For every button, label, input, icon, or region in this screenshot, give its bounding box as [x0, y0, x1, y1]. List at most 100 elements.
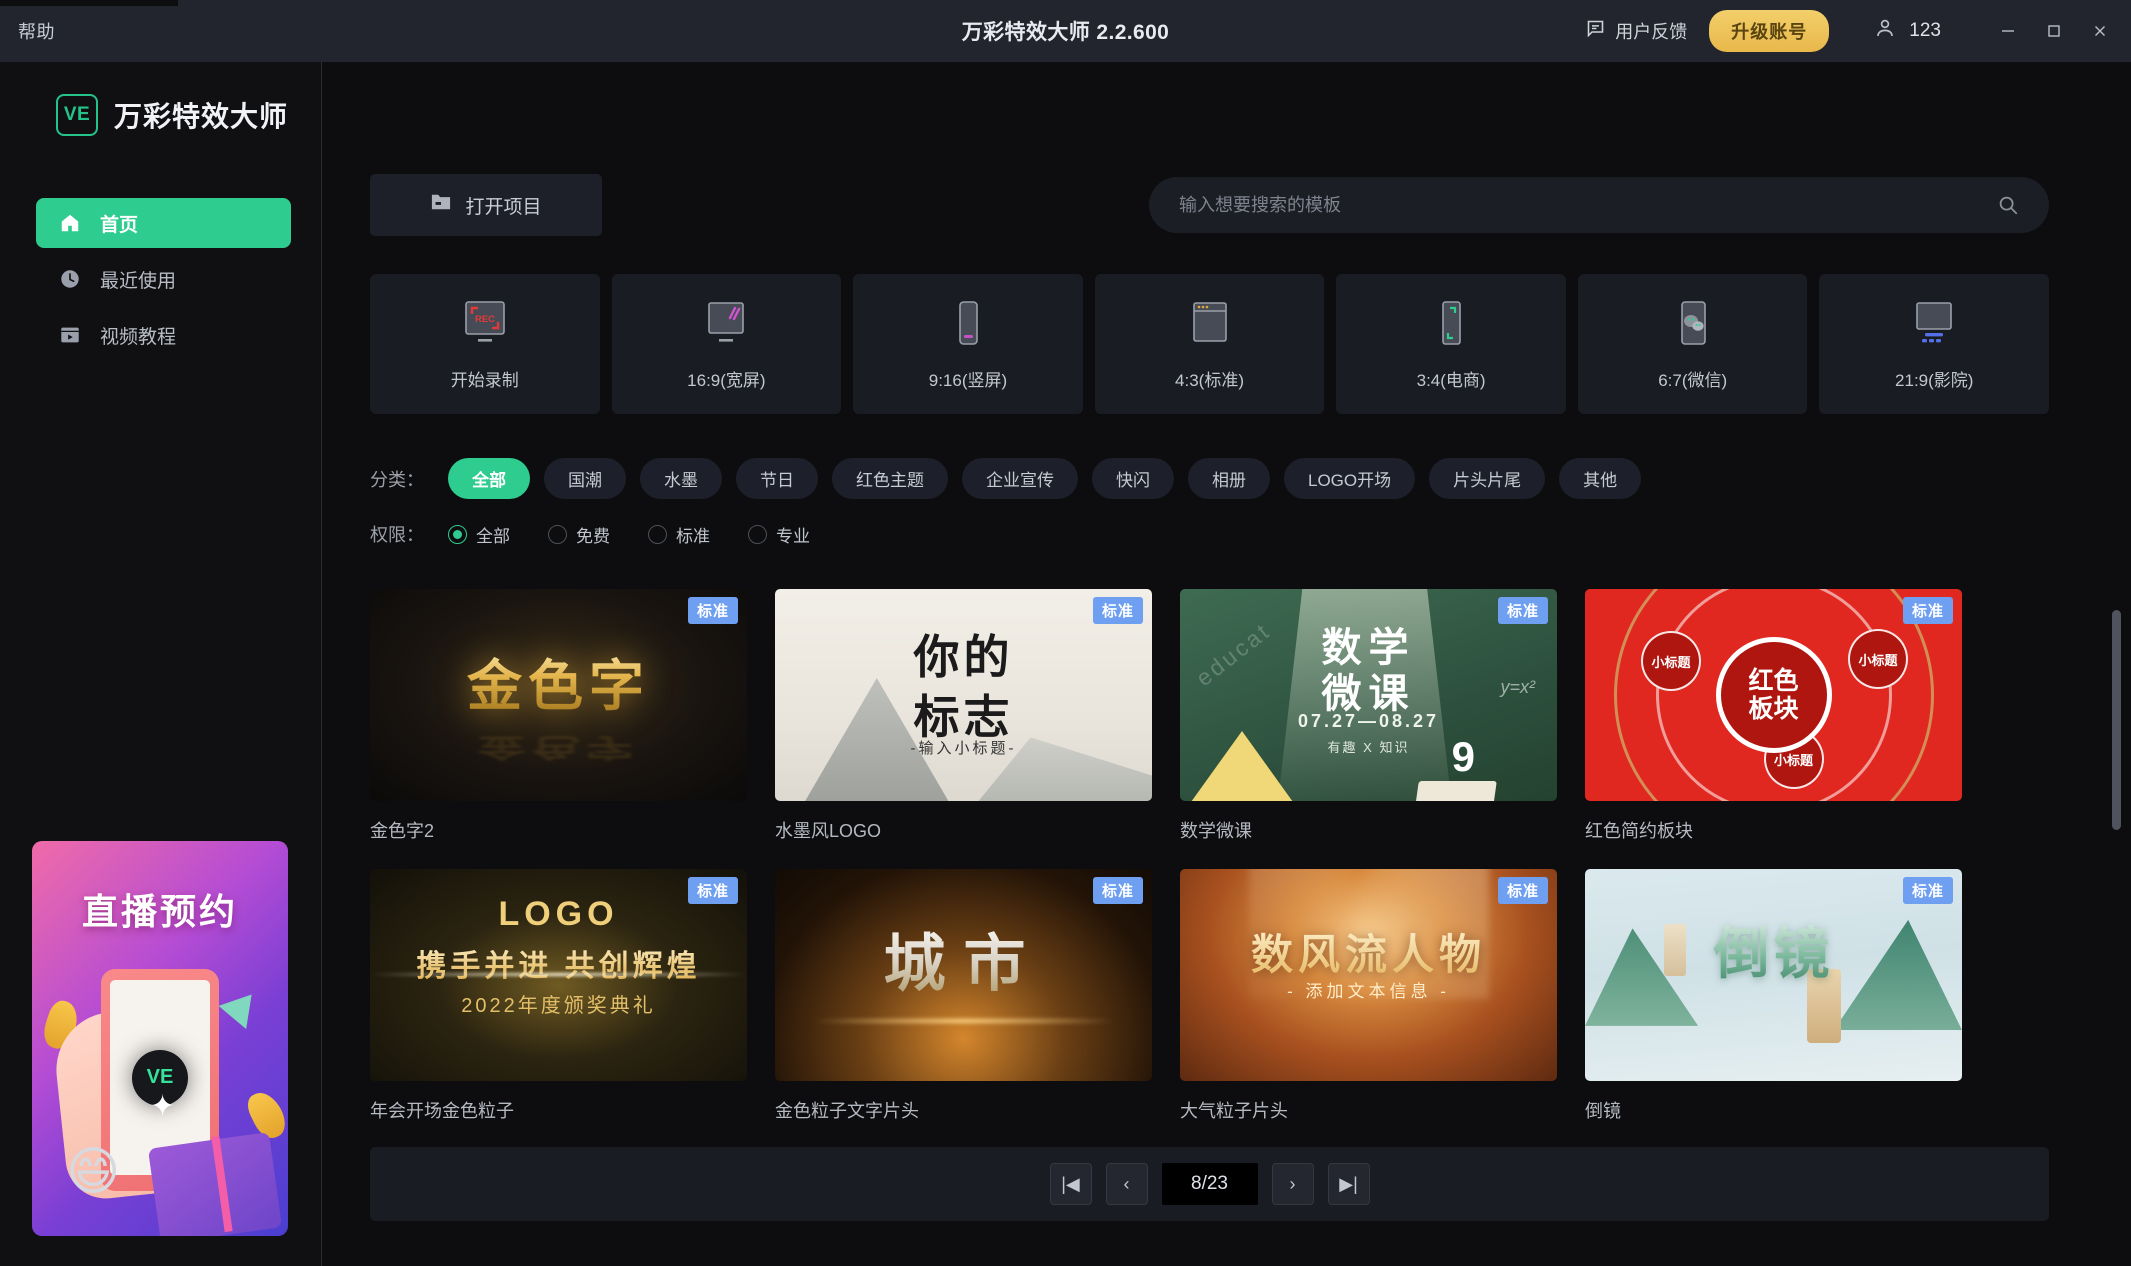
promo-sparkle-icon: ✦ [150, 1090, 176, 1123]
promo-title: 直播预约 [81, 891, 238, 932]
thumb-art-subtitle: - 添加文本信息 - [1287, 982, 1450, 1001]
template-thumbnail[interactable]: 标准 城市 [775, 869, 1152, 1081]
next-page-button[interactable]: › [1271, 1163, 1314, 1205]
thumb-triangle-ruler [1186, 731, 1298, 801]
category-chip-logo[interactable]: LOGO开场 [1284, 458, 1416, 499]
template-thumbnail[interactable]: educat 标准 数学 微课 07.27—08.27 有趣 X 知识 9 y=… [1180, 589, 1557, 801]
status-badge: 标准 [1902, 877, 1953, 904]
status-badge: 标准 [687, 597, 738, 624]
close-button[interactable] [2077, 11, 2123, 51]
template-card-daojing[interactable]: 标准 倒镜 倒镜 [1585, 869, 1962, 1123]
search-box[interactable] [1149, 177, 2049, 233]
ve-logo-icon: VE [56, 94, 98, 136]
open-project-button[interactable]: 打开项目 [370, 174, 602, 236]
search-icon[interactable] [1997, 194, 2019, 216]
permission-radio-all[interactable]: 全部 [448, 522, 510, 547]
ratio-card-21-9-label: 21:9(影院) [1895, 370, 1974, 390]
template-thumbnail[interactable]: 标准 数风流人物 - 添加文本信息 - [1180, 869, 1557, 1081]
thumb-art-title: 城市 [775, 913, 1152, 1003]
template-name: 金色粒子文字片头 [775, 1101, 919, 1121]
category-chip-shuimo[interactable]: 水墨 [640, 458, 722, 499]
template-card-grand-particle[interactable]: 标准 数风流人物 - 添加文本信息 - 大气粒子片头 [1180, 869, 1557, 1123]
last-page-button[interactable]: ▶| [1327, 1163, 1370, 1205]
content-scrollbar[interactable] [2112, 610, 2121, 1240]
category-chip-all[interactable]: 全部 [448, 458, 530, 499]
template-thumbnail[interactable]: 标准 金色字 金色字 [370, 589, 747, 801]
template-card-math-class[interactable]: educat 标准 数学 微课 07.27—08.27 有趣 X 知识 9 y=… [1180, 589, 1557, 843]
user-account[interactable]: 123 [1873, 16, 1941, 46]
thumb-art-title: 金色字 [370, 641, 747, 721]
template-thumbnail[interactable]: 标准 小标题 小标题 小标题 红色 板块 [1585, 589, 1962, 801]
permission-radio-standard-label: 标准 [676, 526, 710, 546]
brand: VE 万彩特效大师 [56, 94, 321, 136]
main-content: 打开项目 输入想要搜索的模板 REC 开始录制 16:9(宽屏) 9:16(竖屏… [322, 62, 2131, 1266]
promo-banner[interactable]: 直播预约 VE ✦ 😄 [32, 841, 288, 1236]
thumb-eraser-shape [1415, 781, 1497, 801]
permission-radio-free[interactable]: 免费 [548, 522, 610, 547]
permission-filter-label: 权限： [370, 525, 424, 545]
portrait-icon [941, 298, 995, 352]
thumb-art-line1: 红色 [1748, 667, 1799, 695]
app-body: VE 万彩特效大师 首页 最近使用 视频教程 直播预约 VE ✦ 😄 打开项目 … [0, 62, 2131, 1266]
thumb-art-line1: 携手并进 共创辉煌 [370, 941, 747, 985]
category-chip-qiye[interactable]: 企业宣传 [962, 458, 1078, 499]
status-badge: 标准 [1497, 877, 1548, 904]
template-thumbnail[interactable]: 标准 LOGO 携手并进 共创辉煌 2022年度颁奖典礼 [370, 869, 747, 1081]
user-feedback-label: 用户反馈 [1615, 22, 1688, 42]
ratio-card-9-16[interactable]: 9:16(竖屏) [853, 274, 1083, 414]
sidebar-item-tutorial-label: 视频教程 [100, 326, 177, 348]
sidebar-item-recent[interactable]: 最近使用 [36, 254, 291, 304]
category-chip-piantou[interactable]: 片头片尾 [1429, 458, 1546, 499]
category-chip-kuaishan[interactable]: 快闪 [1092, 458, 1174, 499]
titlebar-actions: 用户反馈 升级账号 123 [1585, 10, 2131, 52]
thumb-art-line1: 你的 [913, 631, 1014, 683]
sidebar-item-home[interactable]: 首页 [36, 198, 291, 248]
thumb-core-label: 红色 板块 [1715, 637, 1832, 753]
permission-filter-row: 权限： 全部 免费 标准 专业 [370, 521, 2049, 547]
template-card-red-blocks[interactable]: 标准 小标题 小标题 小标题 红色 板块 红色简约板块 [1585, 589, 1962, 843]
upgrade-account-button[interactable]: 升级账号 [1709, 10, 1830, 52]
ratio-card-6-7[interactable]: 6:7(微信) [1577, 274, 1808, 414]
title-bar: 帮助 万彩特效大师 2.2.600 用户反馈 升级账号 123 [0, 0, 2131, 62]
sidebar-item-tutorial[interactable]: 视频教程 [36, 310, 291, 360]
minimize-button[interactable] [1985, 11, 2031, 51]
category-chip-xiangce[interactable]: 相册 [1188, 458, 1270, 499]
permission-radio-standard[interactable]: 标准 [648, 522, 710, 547]
promo-emoji-icon: 😄 [66, 1143, 121, 1201]
folder-icon [430, 192, 452, 218]
template-card-ink-logo[interactable]: 标准 你的 标志 -输入小标题- 水墨风LOGO [775, 589, 1152, 843]
ratio-card-21-9[interactable]: 21:9(影院) [1819, 274, 2050, 414]
ratio-card-record[interactable]: REC 开始录制 [370, 274, 600, 414]
help-menu[interactable]: 帮助 [18, 18, 55, 44]
ratio-card-16-9-label: 16:9(宽屏) [687, 370, 766, 390]
search-input[interactable] [1179, 194, 1997, 216]
category-chip-hongse[interactable]: 红色主题 [832, 458, 948, 499]
ratio-card-4-3[interactable]: 4:3(标准) [1094, 274, 1325, 414]
category-chip-guochao[interactable]: 国潮 [544, 458, 626, 499]
scrollbar-thumb[interactable] [2112, 610, 2121, 830]
video-tutorial-icon [58, 323, 82, 347]
template-name: 水墨风LOGO [775, 821, 882, 841]
first-page-button[interactable]: |◀ [1049, 1163, 1092, 1205]
ratio-card-9-16-label: 9:16(竖屏) [928, 370, 1008, 390]
thumb-art-formula: y=x² [1500, 677, 1535, 697]
ratio-card-16-9[interactable]: 16:9(宽屏) [611, 274, 842, 414]
template-card-annual-gold[interactable]: 标准 LOGO 携手并进 共创辉煌 2022年度颁奖典礼 年会开场金色粒子 [370, 869, 747, 1123]
user-feedback-button[interactable]: 用户反馈 [1585, 18, 1687, 44]
template-card-gold-text[interactable]: 标准 金色字 金色字 金色字2 [370, 589, 747, 843]
ratio-card-3-4[interactable]: 3:4(电商) [1336, 274, 1566, 414]
template-card-gold-particle-text[interactable]: 标准 城市 金色粒子文字片头 [775, 869, 1152, 1123]
open-project-label: 打开项目 [465, 196, 542, 218]
ratio-card-record-label: 开始录制 [450, 370, 519, 390]
status-badge: 标准 [1092, 597, 1143, 624]
radio-dot-icon [448, 524, 467, 544]
prev-page-button[interactable]: ‹ [1105, 1163, 1148, 1205]
category-chip-qita[interactable]: 其他 [1559, 458, 1642, 499]
ratio-card-6-7-label: 6:7(微信) [1658, 370, 1728, 390]
template-name: 年会开场金色粒子 [370, 1101, 514, 1121]
permission-radio-pro[interactable]: 专业 [748, 522, 810, 547]
maximize-button[interactable] [2031, 11, 2077, 51]
template-thumbnail[interactable]: 标准 你的 标志 -输入小标题- [775, 589, 1152, 801]
template-thumbnail[interactable]: 标准 倒镜 [1585, 869, 1962, 1081]
category-chip-jieri[interactable]: 节日 [736, 458, 818, 499]
